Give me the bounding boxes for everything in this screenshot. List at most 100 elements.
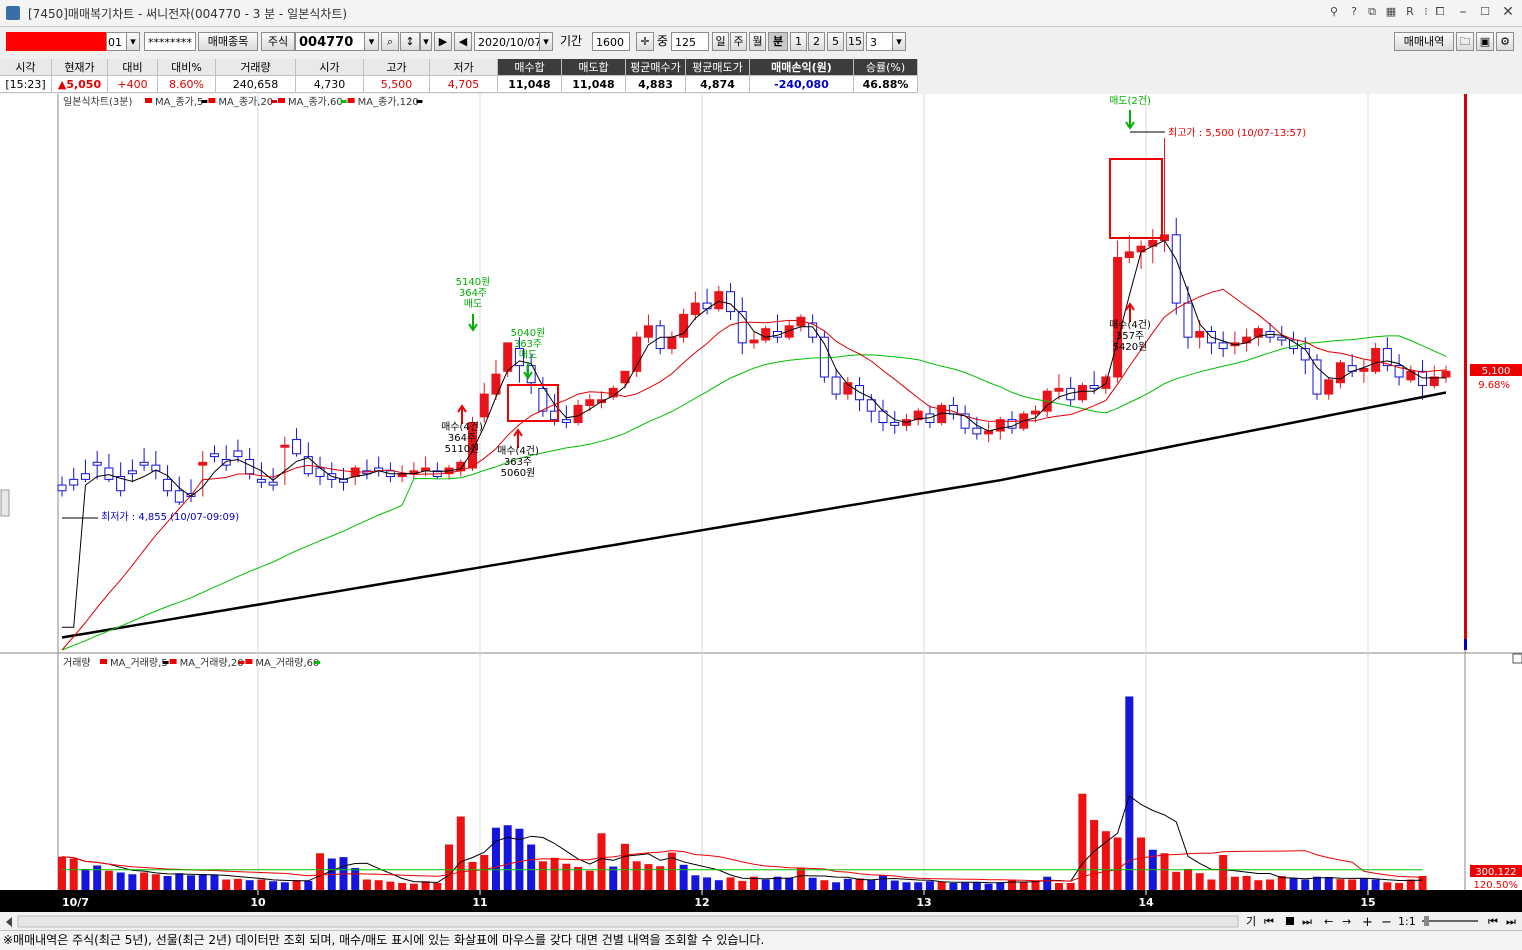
sort-dropdown[interactable]: ▾ — [420, 32, 432, 51]
volume-bar — [1324, 877, 1333, 890]
prev-icon[interactable]: ◀ — [454, 32, 472, 51]
stock-code-input[interactable]: 004770 — [295, 32, 365, 51]
volume-bar — [1066, 883, 1075, 890]
mid-input[interactable]: 125 — [671, 32, 709, 51]
candle-body — [1054, 387, 1064, 392]
settings-icon[interactable]: ⚙ — [1496, 32, 1514, 51]
volume-bar — [796, 867, 805, 890]
volume-bar — [867, 879, 876, 890]
zoom-in-icon[interactable]: + — [1362, 915, 1373, 930]
volume-bar — [996, 882, 1005, 890]
trade-stock-button[interactable]: 매매종목 — [198, 32, 258, 51]
timeframe-tab-월[interactable]: 월 — [749, 32, 766, 51]
price-legend-ma-0: MA_종가,5 — [155, 96, 203, 108]
candle-body — [1077, 385, 1087, 401]
candle-body — [1195, 331, 1205, 338]
trade-history-button[interactable]: 매매내역 — [1394, 32, 1454, 51]
pin-icon[interactable]: ⚲ — [1326, 4, 1342, 20]
volume-bar — [151, 874, 160, 890]
timeframe-tab-15[interactable]: 15 — [846, 32, 864, 51]
period-input[interactable]: 1600 — [592, 32, 630, 51]
candle-body — [1124, 251, 1134, 259]
date-dropdown[interactable]: ▾ — [539, 32, 553, 51]
back-arrow-icon[interactable]: ← — [1324, 915, 1333, 928]
volume-bar — [1336, 879, 1345, 890]
r-icon[interactable]: R — [1402, 4, 1418, 20]
volume-bar — [808, 877, 817, 890]
maximize-icon[interactable]: ☐ — [1477, 4, 1493, 20]
candle-body — [714, 291, 724, 310]
volume-pane-close-icon[interactable] — [1512, 653, 1522, 664]
timeframe-tab-2[interactable]: 2 — [808, 32, 825, 51]
volume-bar — [1090, 820, 1099, 890]
last-page-icon[interactable]: ⏭ — [1506, 915, 1516, 928]
chart-pane[interactable]: 일본식차트(3분) MA_종가,5 MA_종가,20 MA_종가,60 MA_종가,12… — [0, 94, 1522, 930]
x-axis-label-6: 15 — [1360, 896, 1375, 909]
timeframe-tab-분[interactable]: 분 — [768, 32, 788, 51]
password-field[interactable]: ******** — [144, 32, 196, 51]
sort-icon[interactable]: ↕ — [400, 32, 420, 51]
value-11: 4,874 — [686, 76, 750, 93]
crosshair-icon[interactable]: ✛ — [636, 32, 654, 51]
candle-body — [749, 339, 759, 344]
link-icon[interactable]: ⧉ — [1364, 4, 1380, 20]
period-toggle-icon[interactable]: 기 — [1246, 915, 1256, 928]
value-12: -240,080 — [750, 76, 854, 93]
candle-body — [233, 450, 243, 458]
account-number-masked[interactable] — [6, 32, 106, 51]
volume-bar — [362, 879, 371, 890]
timeframe-tab-5[interactable]: 5 — [827, 32, 844, 51]
stop-icon[interactable] — [1286, 917, 1294, 925]
rewind-icon[interactable]: ⏮ — [1264, 915, 1274, 928]
stock-code-dropdown[interactable]: ▾ — [364, 32, 379, 51]
timeframe-tab-1[interactable]: 1 — [790, 32, 807, 51]
header-10: 평균매수가 — [626, 59, 686, 76]
minute-input[interactable]: 3 — [866, 32, 894, 51]
horizontal-scrollbar[interactable] — [17, 915, 1239, 928]
zoom-out-icon[interactable]: − — [1381, 915, 1392, 930]
volume-bar — [1266, 879, 1275, 890]
help-icon[interactable]: ? — [1346, 4, 1362, 20]
volume-bar — [140, 872, 149, 890]
minimize-icon[interactable]: – — [1455, 4, 1471, 20]
fast-forward-icon[interactable]: ⏭ — [1302, 915, 1312, 928]
timeframe-tab-주[interactable]: 주 — [730, 32, 747, 51]
volume-bar — [703, 877, 712, 890]
x-axis-label-4: 13 — [916, 896, 931, 909]
account-dropdown-button[interactable]: ▾ — [126, 32, 140, 51]
market-type-button[interactable]: 주식 — [261, 32, 295, 51]
tile-icon[interactable]: ⧠ — [1432, 4, 1448, 20]
sell-annotation-3: 매도(2건) — [1109, 95, 1151, 107]
candle-body — [268, 481, 278, 486]
grid-icon[interactable]: ▦ — [1383, 4, 1399, 20]
first-page-icon[interactable]: ⏮ — [1488, 915, 1498, 928]
value-1: ▲5,050 — [52, 76, 108, 93]
account-suffix[interactable]: 01 — [106, 32, 128, 51]
header-9: 매도합 — [562, 59, 626, 76]
search-icon[interactable]: ⌕ — [381, 32, 399, 51]
minute-dropdown[interactable]: ▾ — [892, 32, 906, 51]
candlestick-chart[interactable]: 일본식차트(3분) MA_종가,5 MA_종가,20 MA_종가,60 MA_종가,12… — [0, 94, 1522, 930]
volume-bar — [1371, 879, 1380, 890]
candle-body — [104, 467, 114, 480]
volume-bar — [1207, 879, 1216, 890]
save-icon[interactable]: ▣ — [1476, 32, 1494, 51]
timeframe-tab-일[interactable]: 일 — [712, 32, 729, 51]
header-1: 현재가 — [52, 59, 108, 76]
candle-body — [1418, 370, 1428, 387]
status-text: ※매매내역은 주식(최근 5년), 선물(최근 2년) 데이터만 조회 되며, … — [3, 933, 765, 947]
volume-bar — [879, 875, 888, 890]
header-7: 저가 — [430, 59, 498, 76]
volume-bar — [961, 882, 970, 890]
zoom-slider-handle[interactable] — [1424, 916, 1429, 926]
forward-arrow-icon[interactable]: → — [1342, 915, 1351, 928]
close-icon[interactable]: ✕ — [1500, 4, 1516, 20]
next-icon[interactable]: ▶ — [434, 32, 452, 51]
volume-legend-title: 거래량 — [63, 657, 91, 669]
volume-bar — [1230, 876, 1239, 890]
folder-icon[interactable]: 🗀 — [1456, 32, 1474, 51]
volume-bar — [1125, 696, 1134, 890]
date-input[interactable]: 2020/10/07 — [474, 32, 540, 51]
volume-bar — [550, 857, 559, 890]
volume-bar — [69, 858, 78, 890]
